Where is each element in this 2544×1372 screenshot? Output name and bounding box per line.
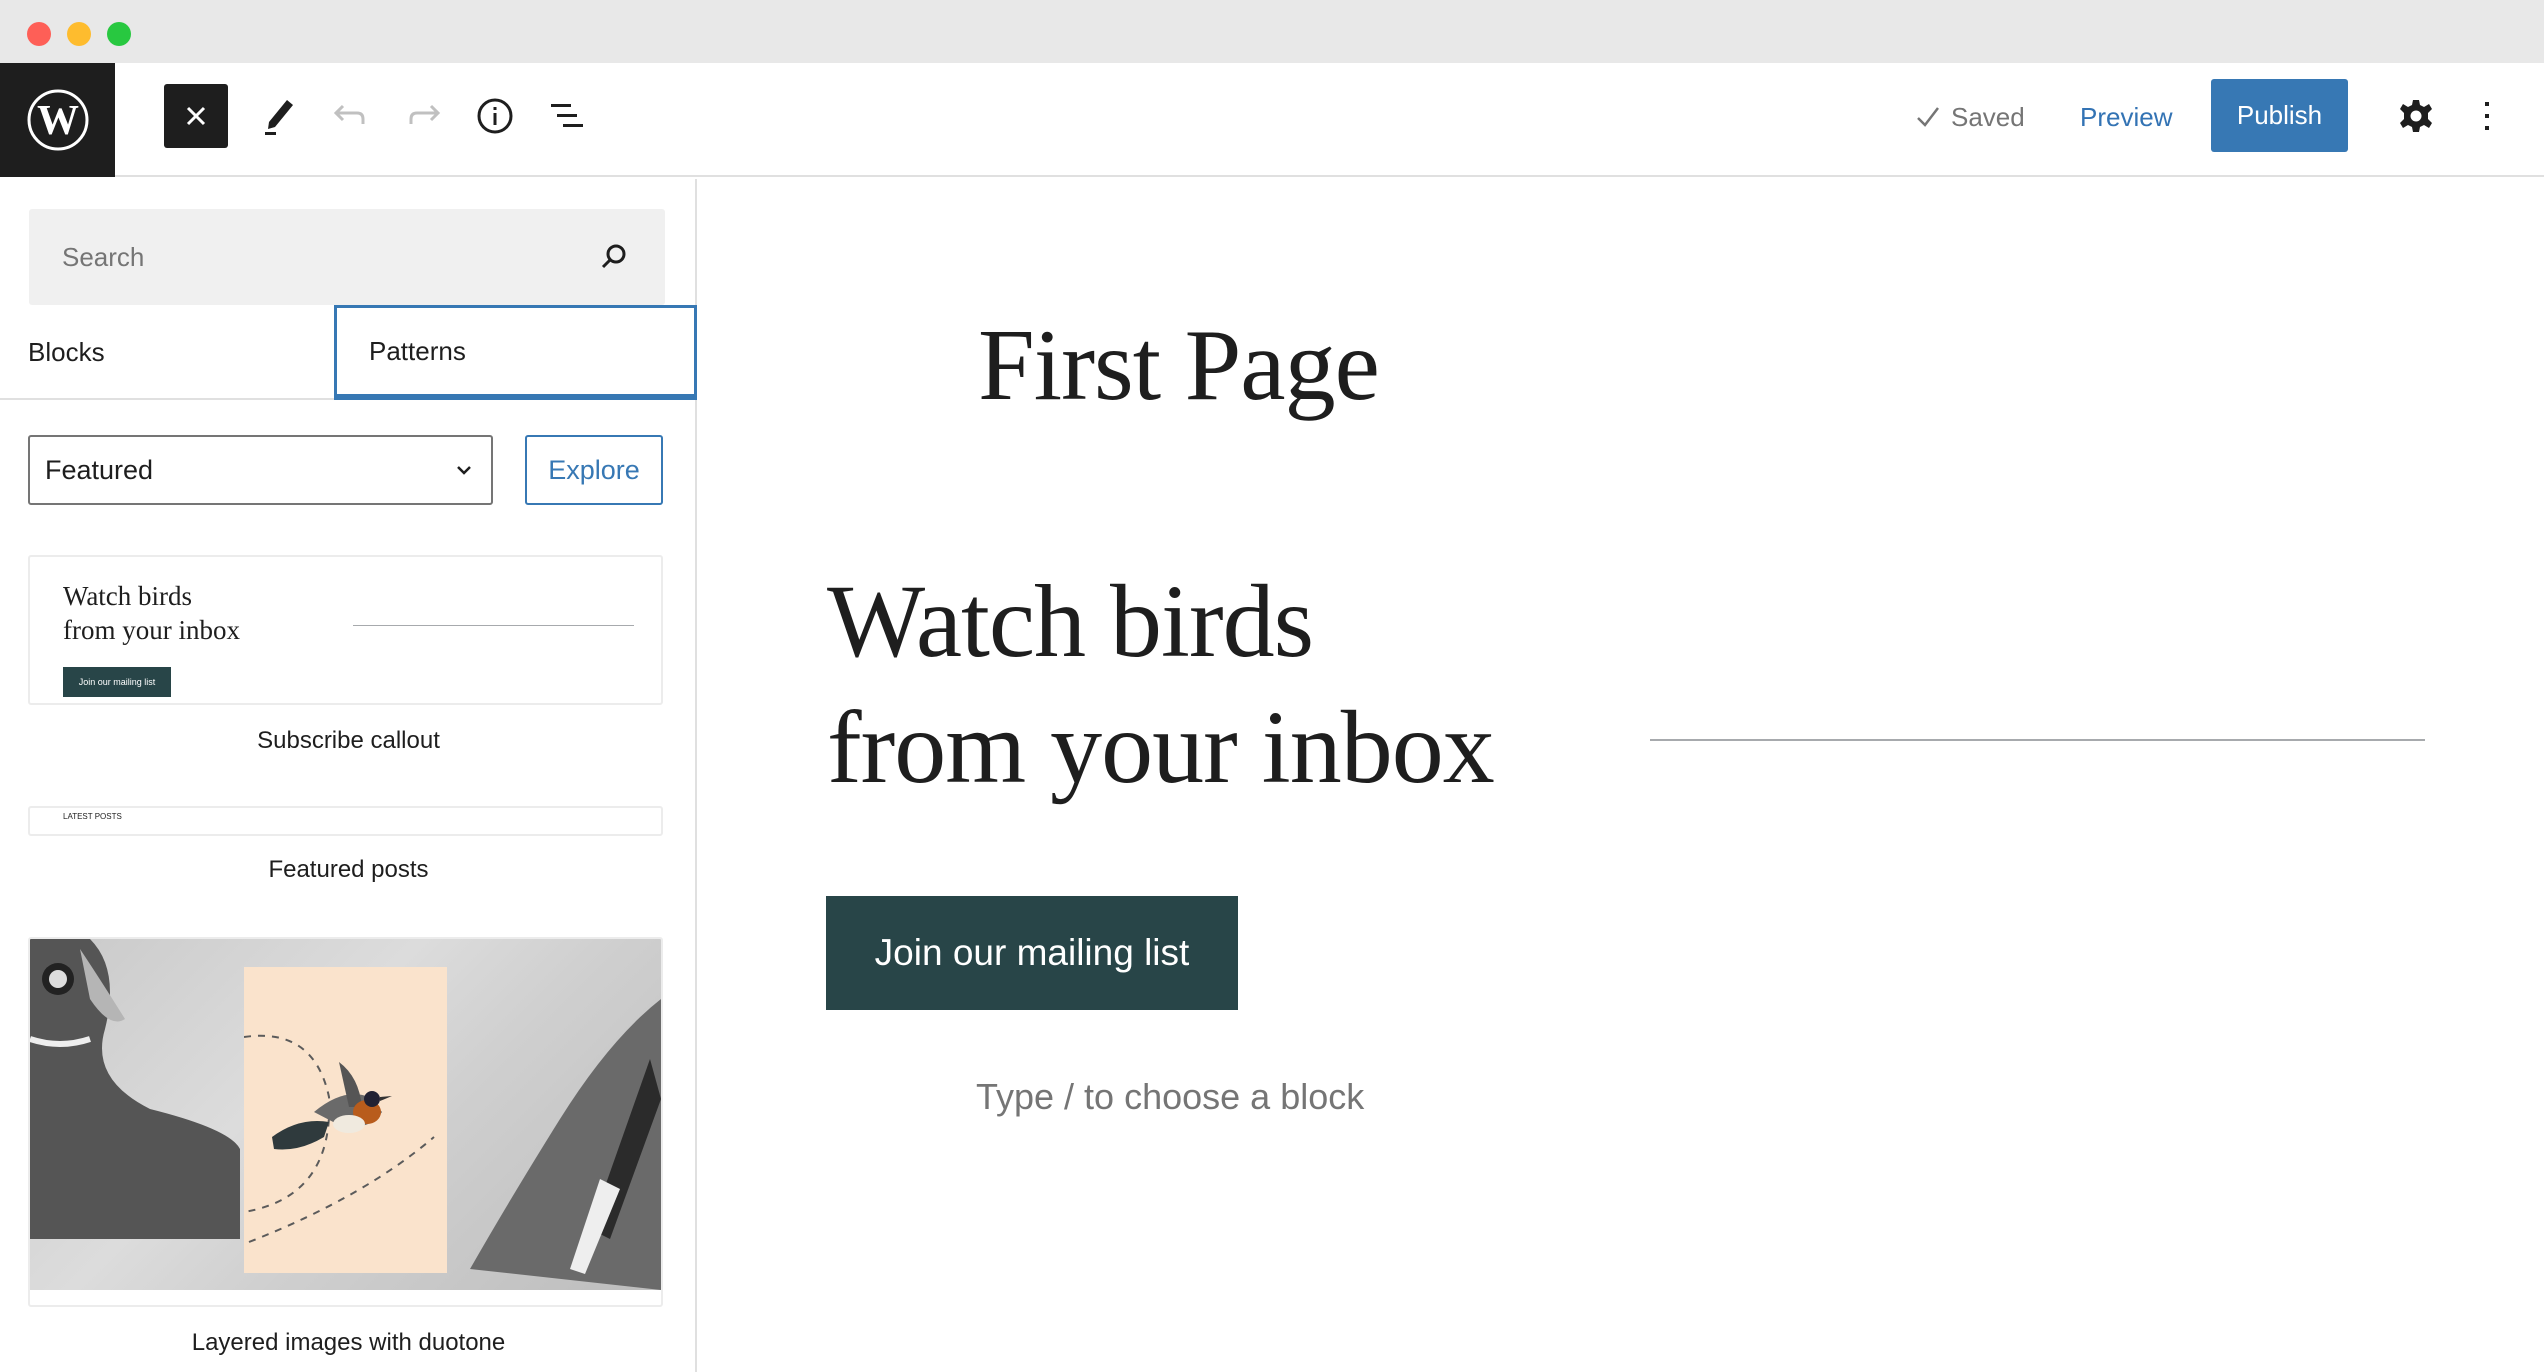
pattern-preview-featured-posts[interactable]: LATEST POSTS	[28, 806, 663, 836]
saved-status: Saved	[1915, 95, 2025, 139]
editor-header: W Saved Preview Publish	[0, 63, 2544, 177]
gear-icon	[2400, 100, 2432, 132]
info-icon	[477, 98, 513, 134]
list-view-icon	[551, 104, 583, 127]
pattern-preview-separator	[353, 625, 634, 626]
publish-button[interactable]: Publish	[2211, 79, 2348, 152]
close-inserter-button[interactable]	[164, 84, 228, 148]
block-inserter-sidebar: Blocks Patterns Featured Explore Watch b…	[0, 179, 697, 1372]
block-appender-placeholder[interactable]: Type / to choose a block	[976, 1076, 1364, 1118]
options-menu-button[interactable]	[2455, 84, 2519, 148]
pattern-category-select[interactable]: Featured	[28, 435, 493, 505]
callout-heading-line: Watch birds	[827, 564, 1314, 679]
pattern-preview-heading: LATEST POSTS	[63, 812, 122, 821]
redo-icon	[409, 104, 441, 124]
callout-heading-line: from your inbox	[827, 690, 1495, 805]
search-icon	[601, 244, 626, 269]
window-close-button[interactable]	[27, 22, 51, 46]
more-vertical-icon	[2485, 102, 2489, 130]
pattern-preview-heading-line: Watch birds	[63, 581, 193, 611]
pattern-label[interactable]: Layered images with duotone	[0, 1329, 697, 1357]
explore-button[interactable]: Explore	[525, 435, 663, 505]
settings-button[interactable]	[2384, 84, 2448, 148]
window-maximize-button[interactable]	[107, 22, 131, 46]
pattern-preview-heading: Watch birds from your inbox	[63, 579, 240, 647]
redo-button[interactable]	[391, 84, 455, 148]
inserter-tabs: Blocks Patterns	[0, 305, 697, 400]
pattern-category-value: Featured	[45, 454, 154, 485]
separator-block[interactable]	[1650, 739, 2425, 741]
wordpress-icon: W	[27, 89, 88, 151]
page-title[interactable]: First Page	[978, 307, 1380, 424]
preview-button[interactable]: Preview	[2080, 95, 2172, 139]
pattern-preview-button: Join our mailing list	[63, 667, 171, 697]
join-mailing-list-button[interactable]: Join our mailing list	[826, 896, 1238, 1010]
pattern-label[interactable]: Featured posts	[0, 856, 697, 884]
duck-right-illustration	[470, 999, 661, 1290]
details-button[interactable]	[463, 84, 527, 148]
pencil-icon	[265, 100, 293, 135]
window-titlebar	[0, 0, 2544, 63]
pattern-preview-subscribe-callout[interactable]: Watch birds from your inbox Join our mai…	[28, 555, 663, 705]
pattern-preview-heading-line: from your inbox	[63, 615, 240, 645]
wordpress-logo[interactable]: W	[0, 63, 115, 177]
search-input[interactable]	[62, 241, 562, 273]
undo-button[interactable]	[319, 84, 383, 148]
pattern-preview-layered-images[interactable]	[28, 937, 663, 1307]
tools-button[interactable]	[247, 84, 311, 148]
check-icon	[1917, 107, 1939, 127]
chevron-down-icon	[457, 466, 471, 475]
undo-icon	[333, 104, 365, 124]
saved-label: Saved	[1951, 101, 2025, 132]
list-view-button[interactable]	[535, 84, 599, 148]
close-icon	[186, 106, 206, 126]
tab-patterns[interactable]: Patterns	[334, 305, 697, 400]
callout-heading[interactable]: Watch birds from your inbox	[827, 559, 1495, 811]
svg-text:W: W	[37, 98, 79, 144]
window-minimize-button[interactable]	[67, 22, 91, 46]
editor-canvas: First Page Watch birds from your inbox J…	[699, 179, 2544, 1372]
duck-left-illustration	[30, 939, 240, 1239]
duotone-overlay-image	[243, 967, 447, 1273]
pattern-label[interactable]: Subscribe callout	[0, 727, 697, 755]
tab-blocks[interactable]: Blocks	[28, 305, 105, 400]
search-field[interactable]	[29, 209, 665, 305]
bird-illustration	[243, 1034, 435, 1243]
